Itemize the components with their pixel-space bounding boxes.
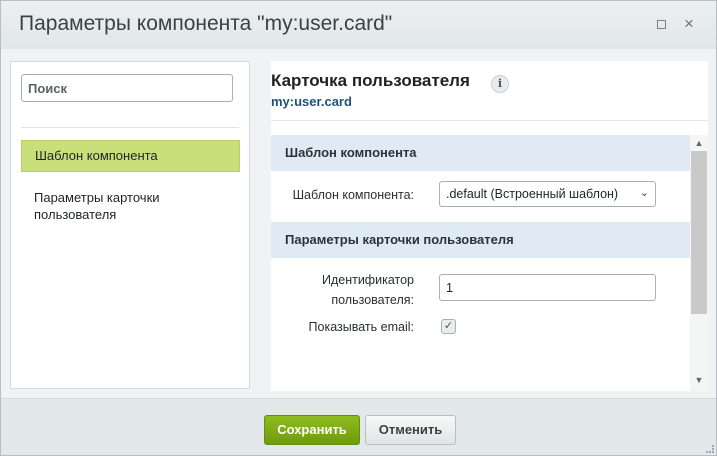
- scroll-up-icon[interactable]: ▲: [694, 138, 704, 148]
- main-panel: Карточка пользователя i my:user.card Шаб…: [271, 61, 708, 391]
- section-heading-card-params: Параметры карточки пользователя: [271, 222, 690, 258]
- save-button[interactable]: Сохранить: [264, 415, 360, 445]
- dialog-content: Шаблон компонента Параметры карточки пол…: [1, 49, 716, 398]
- dialog-title: Параметры компонента "my:user.card": [19, 12, 393, 35]
- main-header: Карточка пользователя i my:user.card: [271, 61, 708, 121]
- component-code: my:user.card: [271, 94, 352, 109]
- close-icon[interactable]: ×: [680, 14, 698, 33]
- search-input[interactable]: [21, 74, 233, 102]
- page-title: Карточка пользователя: [271, 71, 470, 90]
- sidebar-item-template[interactable]: Шаблон компонента: [21, 140, 240, 172]
- cancel-button[interactable]: Отменить: [365, 415, 456, 445]
- user-id-label: Идентификатор пользователя:: [321, 273, 414, 307]
- section-heading-template: Шаблон компонента: [271, 135, 690, 171]
- sidebar-divider: [21, 127, 239, 128]
- template-select[interactable]: .default (Встроенный шаблон) ⌄: [439, 181, 656, 207]
- expand-icon[interactable]: [652, 15, 670, 33]
- params-scroll-area[interactable]: Шаблон компонента Шаблон компонента: .de…: [271, 135, 708, 391]
- checkmark-icon: ✓: [443, 320, 454, 332]
- sidebar: Шаблон компонента Параметры карточки пол…: [10, 61, 250, 389]
- template-select-value: .default (Встроенный шаблон): [446, 187, 619, 201]
- scroll-down-icon[interactable]: ▼: [694, 375, 704, 385]
- template-label: Шаблон компонента:: [292, 188, 414, 202]
- show-email-label: Показывать email:: [308, 320, 414, 334]
- user-id-input[interactable]: [439, 274, 656, 301]
- dialog-footer: Сохранить Отменить: [1, 398, 716, 455]
- scrollbar-thumb[interactable]: [691, 151, 707, 314]
- info-icon[interactable]: i: [491, 75, 509, 93]
- resize-handle[interactable]: [706, 445, 714, 453]
- show-email-checkbox[interactable]: ✓: [441, 319, 456, 334]
- chevron-down-icon: ⌄: [639, 187, 649, 199]
- scrollbar[interactable]: ▲ ▼: [690, 135, 708, 391]
- sidebar-item-card-params[interactable]: Параметры карточки пользователя: [21, 183, 240, 229]
- dialog-titlebar[interactable]: Параметры компонента "my:user.card" ×: [1, 1, 716, 49]
- component-params-dialog: Параметры компонента "my:user.card" × Ша…: [0, 0, 717, 456]
